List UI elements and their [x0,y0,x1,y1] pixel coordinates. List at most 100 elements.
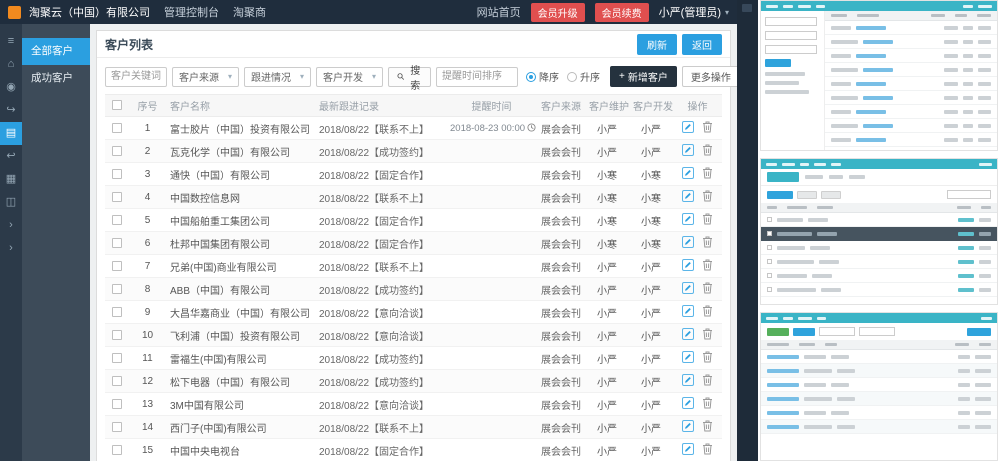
signin-icon[interactable]: ↪ [0,99,22,122]
edit-icon[interactable] [682,305,694,320]
row-checkbox[interactable] [112,353,122,363]
cell-customer-name: 雷福生(中国)有限公司 [166,347,315,370]
follow-select[interactable]: 跟进情况 ▾ [244,67,311,87]
cell-keeper: 小寒 [585,232,629,255]
edit-icon[interactable] [682,397,694,412]
row-checkbox[interactable] [112,284,122,294]
delete-icon[interactable] [702,305,713,320]
edit-icon[interactable] [682,259,694,274]
sort-asc-radio[interactable]: 升序 [567,69,600,84]
cell-developer: 小严 [629,439,673,461]
delete-icon[interactable] [702,443,713,458]
mini-row [761,227,997,241]
back-button[interactable]: 返回 [682,34,722,55]
delete-icon[interactable] [702,167,713,182]
row-checkbox[interactable] [112,261,122,271]
sort-desc-radio[interactable]: 降序 [526,69,559,84]
mini-row [825,77,997,91]
row-checkbox[interactable] [112,307,122,317]
delete-icon[interactable] [702,259,713,274]
row-checkbox[interactable] [112,238,122,248]
cell-latest-record: 2018/08/22【联系不上】 [315,186,446,209]
cell-customer-name: 通快（中国）有限公司 [166,163,315,186]
customer-table-body: 1富士胶片（中国）投资有限公司2018/08/22【联系不上】2018-08-2… [105,117,722,461]
select-all-checkbox[interactable] [112,100,122,110]
remind-sort-input[interactable] [436,67,518,87]
cell-index: 6 [129,232,166,255]
edit-icon[interactable] [682,282,694,297]
chevron-right-icon[interactable]: › [0,214,22,237]
cell-actions [673,347,722,370]
sidebar-item-success-customers[interactable]: 成功客户 [22,65,90,92]
edit-icon[interactable] [682,190,694,205]
delete-icon[interactable] [702,397,713,412]
cell-customer-name: 瓦克化学（中国）有限公司 [166,140,315,163]
delete-icon[interactable] [702,190,713,205]
mini2-header [761,159,997,169]
row-checkbox[interactable] [112,146,122,156]
delete-icon[interactable] [702,374,713,389]
page-title: 客户列表 [105,36,153,53]
cell-developer: 小严 [629,255,673,278]
sidebar-item-all-customers[interactable]: 全部客户 [22,38,90,65]
menu-icon[interactable]: ≡ [0,30,22,53]
edit-icon[interactable] [682,374,694,389]
chevron-right-icon[interactable]: › [0,237,22,260]
edit-icon[interactable] [682,236,694,251]
cell-developer: 小严 [629,301,673,324]
nav-mall[interactable]: 淘聚商 [233,4,266,20]
row-checkbox[interactable] [112,215,122,225]
home-icon[interactable]: ⌂ [0,53,22,76]
nav-console[interactable]: 管理控制台 [164,4,219,20]
add-customer-button[interactable]: + 新增客户 [610,66,677,87]
search-button[interactable]: 搜索 [388,67,431,87]
delete-icon[interactable] [702,282,713,297]
row-checkbox[interactable] [112,399,122,409]
delete-icon[interactable] [702,236,713,251]
mini-row [825,119,997,133]
cell-latest-record: 2018/08/22【意向洽谈】 [315,301,446,324]
delete-icon[interactable] [702,328,713,343]
delete-icon[interactable] [702,144,713,159]
edit-icon[interactable] [682,420,694,435]
row-checkbox[interactable] [112,169,122,179]
row-checkbox[interactable] [112,330,122,340]
row-checkbox[interactable] [112,422,122,432]
keyword-input[interactable] [105,67,167,87]
row-checkbox[interactable] [112,192,122,202]
edit-icon[interactable] [682,121,694,136]
edit-icon[interactable] [682,144,694,159]
delete-icon[interactable] [702,351,713,366]
customer-sidebar: 全部客户 成功客户 [22,24,90,461]
mini-row [825,105,997,119]
table-row: 10飞利浦（中国）投资有限公司2018/08/22【意向洽谈】展会会刊小严小严 [105,324,722,347]
cell-remind-time [446,324,537,347]
edit-icon[interactable] [682,167,694,182]
more-actions-button[interactable]: 更多操作 ▾ [682,66,737,87]
nav-home[interactable]: 网站首页 [477,4,521,20]
cell-source: 展会会刊 [537,117,585,140]
user-icon[interactable]: ◉ [0,76,22,99]
edit-icon[interactable] [682,351,694,366]
delete-icon[interactable] [702,213,713,228]
signout-icon[interactable]: ↩ [0,145,22,168]
radio-unselected-icon [567,72,577,82]
table-row: 3通快（中国）有限公司2018/08/22【固定合作】展会会刊小寒小寒 [105,163,722,186]
source-select[interactable]: 客户来源 ▾ [172,67,239,87]
delete-icon[interactable] [702,420,713,435]
member-upgrade-button[interactable]: 会员升级 [531,3,585,22]
chart-icon[interactable]: ◫ [0,191,22,214]
edit-icon[interactable] [682,328,694,343]
edit-icon[interactable] [682,443,694,458]
row-checkbox[interactable] [112,445,122,455]
row-checkbox[interactable] [112,376,122,386]
delete-icon[interactable] [702,121,713,136]
archive-icon[interactable]: ▦ [0,168,22,191]
develop-select[interactable]: 客户开发 ▾ [316,67,383,87]
edit-icon[interactable] [682,213,694,228]
row-checkbox[interactable] [112,123,122,133]
customer-list-icon[interactable]: ▤ [0,122,22,145]
member-renew-button[interactable]: 会员续费 [595,3,649,22]
refresh-button[interactable]: 刷新 [637,34,677,55]
user-menu[interactable]: 小严(管理员) ▾ [659,4,729,20]
